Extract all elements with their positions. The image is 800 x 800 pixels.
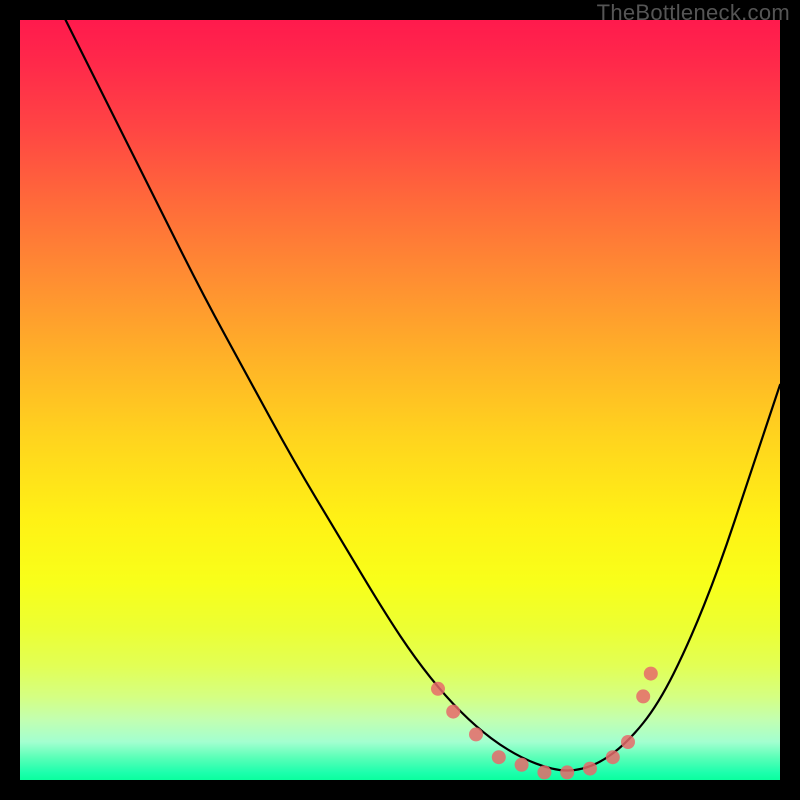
data-point [515,758,529,772]
data-point [636,689,650,703]
data-point [583,762,597,776]
data-point [606,750,620,764]
data-point [431,682,445,696]
curve-markers [431,667,658,780]
curve-svg [20,20,780,780]
data-point [469,727,483,741]
data-point [621,735,635,749]
chart-frame: TheBottleneck.com [0,0,800,800]
data-point [446,705,460,719]
data-point [644,667,658,681]
plot-area [20,20,780,780]
data-point [537,765,551,779]
bottleneck-curve [66,20,780,771]
data-point [492,750,506,764]
data-point [560,765,574,779]
